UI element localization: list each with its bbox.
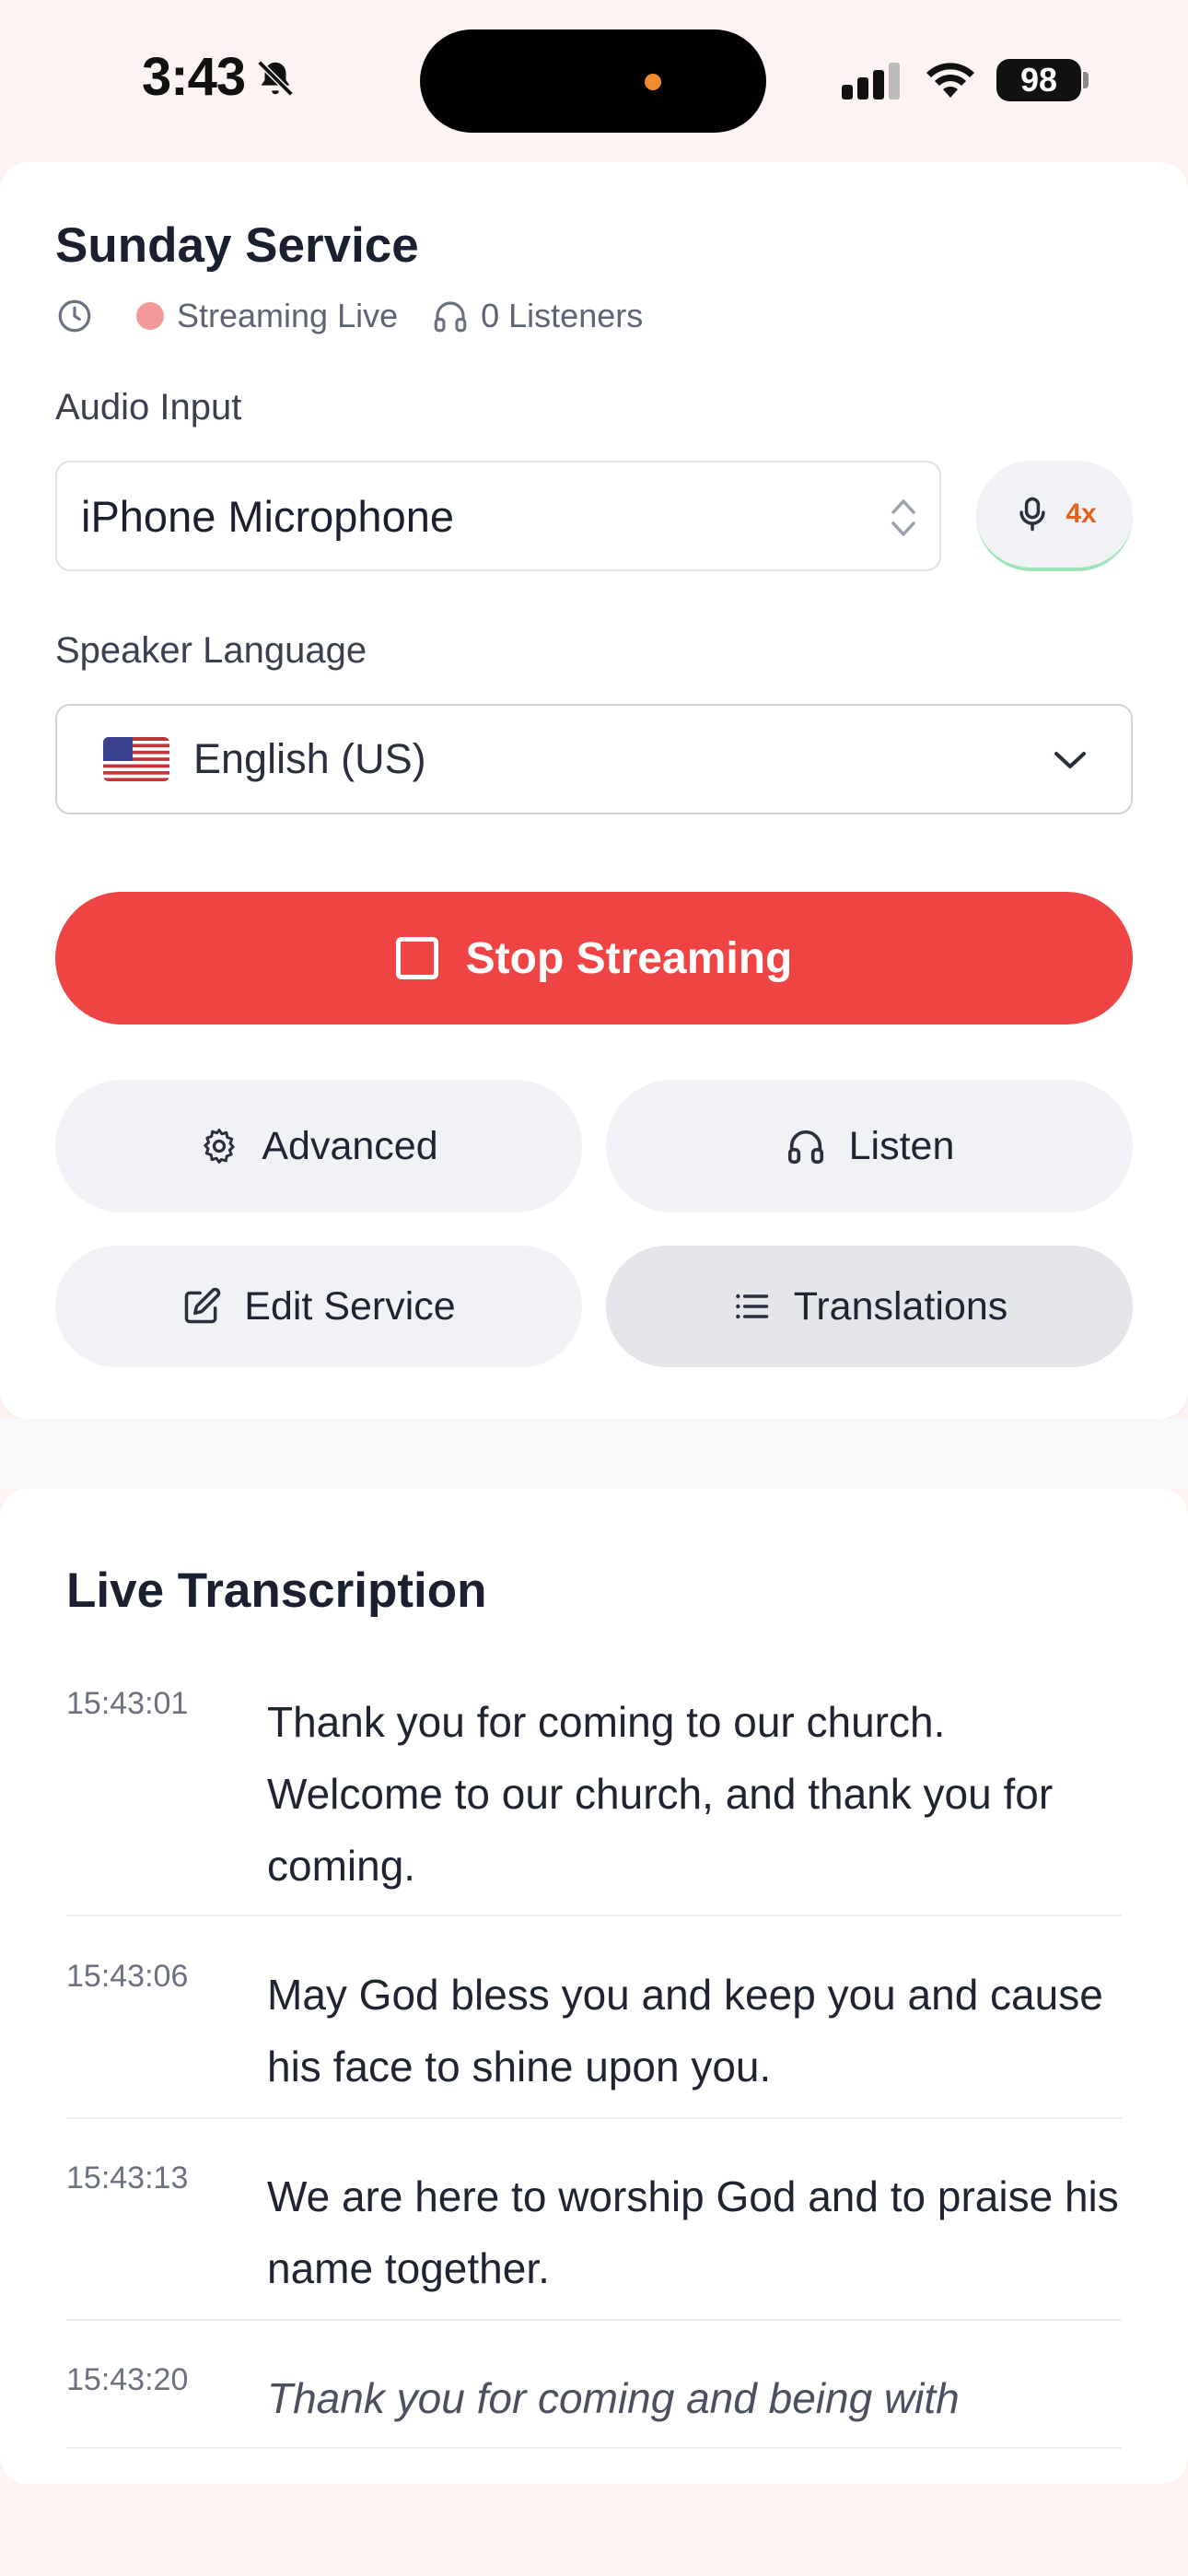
battery-nub (1083, 72, 1089, 88)
audio-input-label: Audio Input (55, 387, 242, 427)
stop-square-icon (395, 937, 438, 979)
card-gap (0, 1419, 1188, 1489)
speaker-language-select[interactable]: English (US) (55, 704, 1133, 814)
advanced-button[interactable]: Advanced (55, 1080, 582, 1212)
listen-label: Listen (848, 1123, 955, 1168)
updown-chevron-icon (891, 499, 915, 536)
streaming-status: Streaming Live (177, 297, 399, 334)
signal-icon (842, 63, 900, 100)
headphones-icon (787, 1130, 823, 1165)
service-meta: Streaming Live 0 Listeners (55, 293, 643, 339)
list-icon (735, 1294, 768, 1319)
speaker-language-label: Speaker Language (55, 630, 367, 671)
transcript-text: May God bless you and keep you and cause… (267, 1971, 1103, 2090)
recording-indicator (645, 74, 661, 90)
mic-gain-value: 4x (1066, 498, 1097, 529)
chevron-down-icon (1054, 752, 1086, 768)
transcript-text-pending: Thank you for coming and being with (267, 2374, 960, 2422)
transcript-time: 15:43:20 (66, 2362, 189, 2397)
battery-indicator: 98 (996, 59, 1081, 101)
edit-icon (185, 1287, 221, 1324)
mic-gain-button[interactable]: 4x (976, 461, 1133, 571)
us-flag-icon (103, 737, 169, 781)
transcript-entry: 15:43:13 We are here to worship God and … (66, 2160, 1122, 2321)
speaker-language-value: English (US) (193, 735, 426, 782)
audio-input-select[interactable]: iPhone Microphone (55, 461, 941, 571)
bell-slash-icon (257, 60, 294, 97)
audio-input-value: iPhone Microphone (81, 491, 454, 541)
gear-icon (204, 1129, 236, 1164)
translations-button[interactable]: Translations (606, 1246, 1133, 1367)
transcript-time: 15:43:06 (66, 1959, 189, 1994)
dynamic-island (420, 29, 766, 133)
transcript-text: Thank you for coming to our church. Welc… (267, 1698, 1054, 1890)
edit-service-label: Edit Service (244, 1283, 456, 1329)
transcript-entry: 15:43:01 Thank you for coming to our chu… (66, 1686, 1122, 1916)
transcript-entry: 15:43:20 Thank you for coming and being … (66, 2362, 1122, 2449)
clock-icon (58, 299, 91, 333)
transcription-title: Live Transcription (66, 1563, 487, 1618)
transcript-entry: 15:43:06 May God bless you and keep you … (66, 1959, 1122, 2119)
listen-button[interactable]: Listen (606, 1080, 1133, 1212)
stop-streaming-button[interactable]: Stop Streaming (55, 892, 1133, 1025)
translations-label: Translations (793, 1283, 1008, 1329)
transcript-time: 15:43:01 (66, 1686, 189, 1721)
microphone-icon (1019, 497, 1045, 532)
headphones-icon (434, 301, 467, 333)
listener-count: 0 Listeners (481, 297, 644, 334)
stop-streaming-label: Stop Streaming (465, 933, 793, 983)
wifi-icon (926, 63, 974, 98)
transcript-text: We are here to worship God and to praise… (267, 2172, 1119, 2292)
advanced-label: Advanced (262, 1123, 438, 1168)
live-status-dot (136, 302, 164, 330)
edit-service-button[interactable]: Edit Service (55, 1246, 582, 1367)
transcript-time: 15:43:13 (66, 2160, 189, 2195)
service-title: Sunday Service (55, 218, 419, 273)
status-time: 3:43 (142, 47, 246, 107)
